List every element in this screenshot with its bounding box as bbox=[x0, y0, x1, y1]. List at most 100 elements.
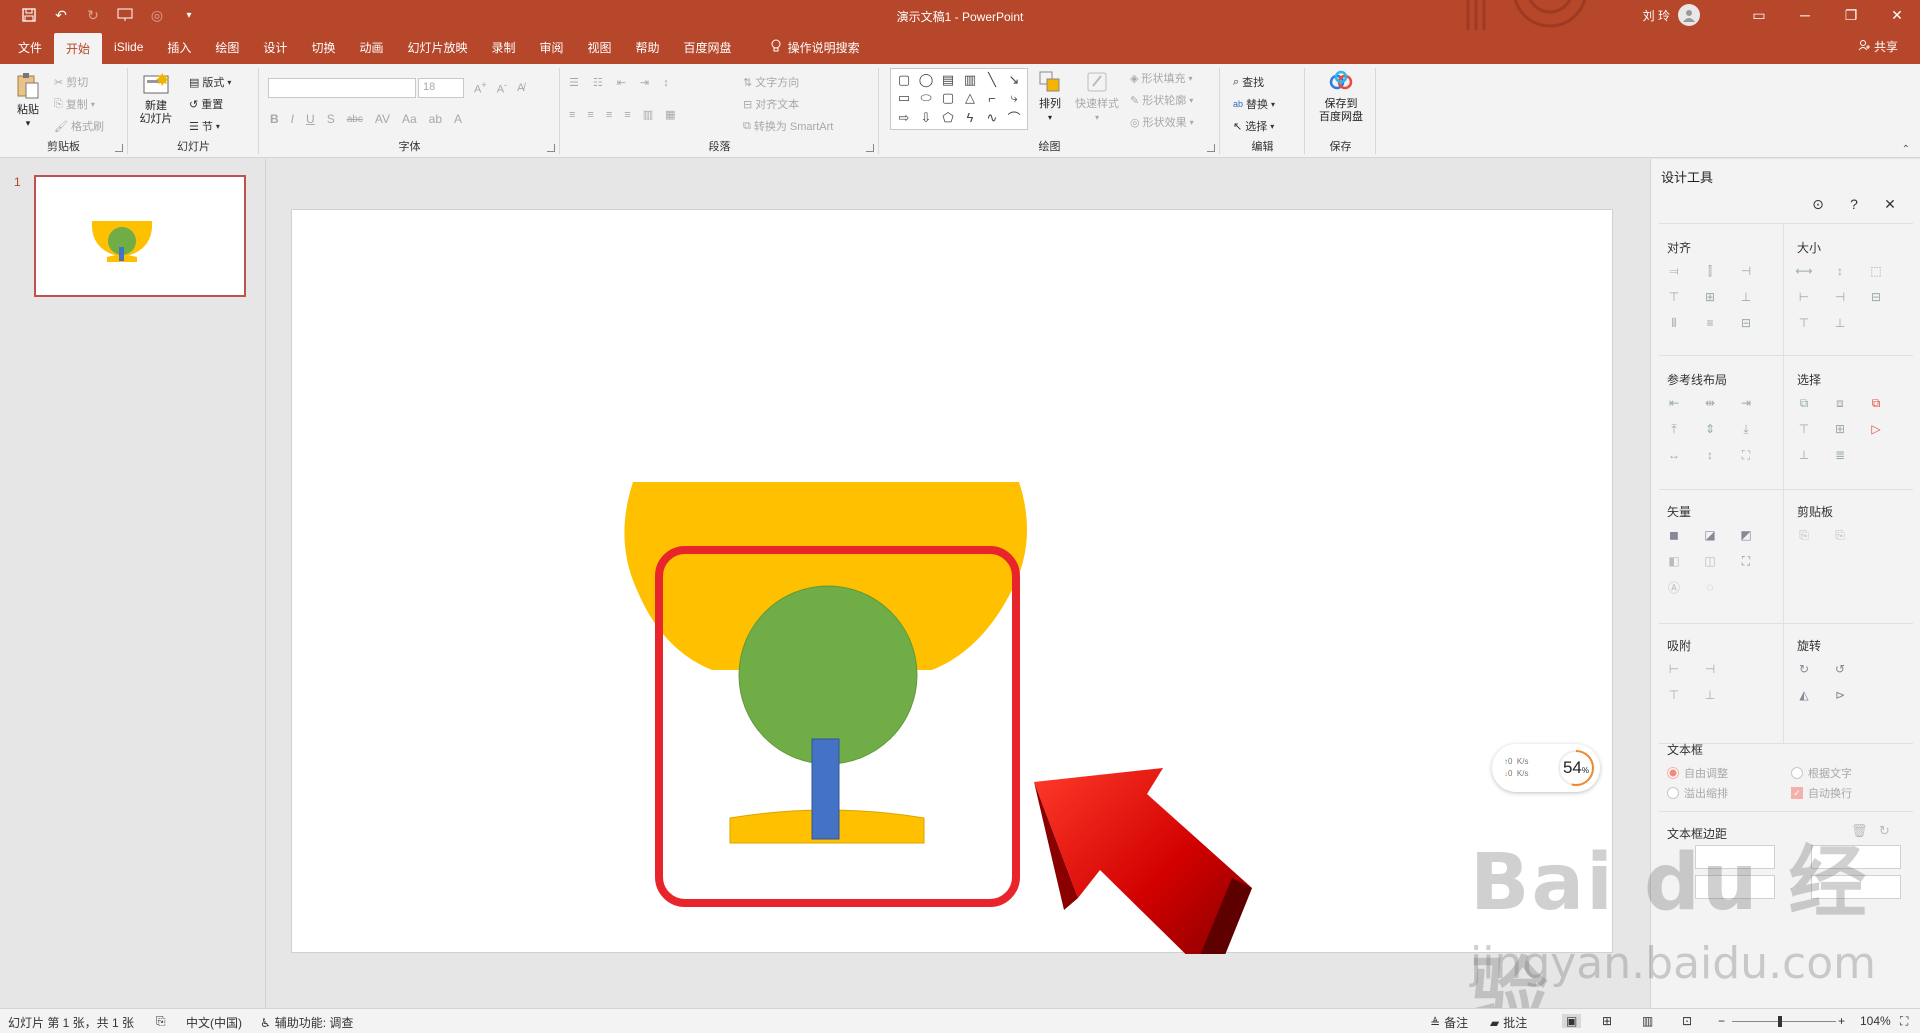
select-pointer-icon[interactable]: ▷ bbox=[1869, 422, 1883, 436]
layout-button[interactable]: ▤ 版式 ▾ bbox=[189, 74, 231, 90]
goblet-circle-shape[interactable] bbox=[738, 585, 918, 765]
close-pane-icon[interactable]: ✕ bbox=[1881, 195, 1899, 213]
drawing-launcher-icon[interactable] bbox=[1207, 144, 1215, 152]
shape-arc-icon[interactable]: ⌒ bbox=[1004, 108, 1024, 127]
align-right-icon[interactable]: ≡ bbox=[606, 109, 612, 121]
snap-left-icon[interactable]: ⊢ bbox=[1667, 662, 1681, 676]
tab-draw[interactable]: 绘图 bbox=[203, 33, 251, 61]
replace-button[interactable]: ab 替换 ▾ bbox=[1233, 96, 1275, 112]
shape-triangle-icon[interactable]: △ bbox=[960, 90, 980, 106]
quick-styles-button[interactable]: 快速样式 ▾ bbox=[1072, 70, 1122, 124]
highlight-icon[interactable]: ab bbox=[429, 112, 442, 126]
distribute-h-tool-icon[interactable]: ⦀ bbox=[1667, 316, 1681, 330]
strikethrough-icon[interactable]: abc bbox=[347, 114, 363, 125]
zoom-out-icon[interactable]: − bbox=[1718, 1014, 1725, 1028]
arrange-button[interactable]: 排列 ▾ bbox=[1036, 70, 1064, 124]
overflow-shrink-radio[interactable] bbox=[1667, 787, 1679, 799]
copy-button[interactable]: ⎘ 复制 ▾ bbox=[54, 96, 95, 112]
tab-help[interactable]: 帮助 bbox=[624, 33, 672, 61]
justify-icon[interactable]: ≡ bbox=[624, 109, 630, 121]
select-size-icon[interactable]: ⧈ bbox=[1833, 396, 1847, 410]
zoom-in-icon[interactable]: + bbox=[1838, 1014, 1845, 1028]
select-stack-icon[interactable]: ≣ bbox=[1833, 448, 1847, 462]
distribute-icon[interactable]: ▥ bbox=[643, 108, 653, 121]
distribute-v-tool-icon[interactable]: ≡ bbox=[1703, 316, 1717, 330]
tab-home[interactable]: 开始 bbox=[54, 33, 103, 64]
auto-adjust-option[interactable]: 自由调整 bbox=[1667, 765, 1728, 781]
settings-icon[interactable]: ⊙ bbox=[1809, 195, 1827, 213]
distribute-grid-tool-icon[interactable]: ⊟ bbox=[1739, 316, 1753, 330]
combine-icon[interactable]: ◪ bbox=[1703, 528, 1717, 542]
shape-elbow-icon[interactable]: ⌐ bbox=[982, 90, 1002, 106]
rotate-left-icon[interactable]: ↺ bbox=[1833, 662, 1847, 676]
font-color-icon[interactable]: A bbox=[454, 112, 462, 126]
reading-view-icon[interactable]: ▥ bbox=[1642, 1014, 1653, 1028]
clear-format-icon[interactable]: A̸ bbox=[517, 82, 524, 94]
italic-icon[interactable]: I bbox=[291, 112, 294, 126]
shape-ellipse-icon[interactable]: ⬭ bbox=[916, 90, 936, 106]
align-top-tool-icon[interactable]: ⊤ bbox=[1667, 290, 1681, 304]
ribbon-display-options-icon[interactable]: ▭ bbox=[1736, 0, 1782, 30]
font-name-combo[interactable] bbox=[268, 78, 416, 98]
shape-right-arrow-icon[interactable]: ⇨ bbox=[894, 108, 914, 127]
shape-oval-icon[interactable]: ◯ bbox=[916, 72, 936, 88]
notes-button[interactable]: ≜ 备注 bbox=[1430, 1014, 1468, 1031]
select-middle-icon[interactable]: ⊞ bbox=[1833, 422, 1847, 436]
shape-arrow-line-icon[interactable]: ↘ bbox=[1004, 72, 1024, 88]
align-left-tool-icon[interactable]: ⫤ bbox=[1667, 264, 1681, 278]
text-direction-button[interactable]: ⇅ 文字方向 bbox=[743, 74, 799, 90]
guide-center-icon[interactable]: ⇹ bbox=[1703, 396, 1717, 410]
present-from-start-icon[interactable] bbox=[114, 4, 136, 26]
stretch-top-icon[interactable]: ⊤ bbox=[1797, 316, 1811, 330]
tab-review[interactable]: 审阅 bbox=[528, 33, 576, 61]
shape-outline-button[interactable]: ✎ 形状轮廓 ▾ bbox=[1130, 92, 1193, 108]
comments-button[interactable]: ▰ 批注 bbox=[1490, 1014, 1527, 1031]
tab-design[interactable]: 设计 bbox=[251, 33, 299, 61]
char-spacing-icon[interactable]: AV bbox=[375, 112, 390, 126]
shape-curve-icon[interactable]: ∿ bbox=[982, 108, 1002, 127]
shapes-gallery[interactable]: ▢ ◯ ▤ ▥ ╲ ↘ ▭ ⬭ ▢ △ ⌐ ⤷ ⇨ ⇩ ⬠ ϟ ∿ ⌒ bbox=[890, 68, 1028, 130]
language-indicator[interactable]: 中文(中国) bbox=[186, 1014, 242, 1031]
tab-file[interactable]: 文件 bbox=[6, 33, 54, 61]
spellcheck-icon[interactable]: ⎘ bbox=[156, 1014, 166, 1029]
shape-connector-icon[interactable]: ⤷ bbox=[1004, 90, 1024, 106]
network-speed-widget[interactable]: ↑0 K/s ↓0 K/s 54% bbox=[1492, 744, 1600, 792]
normal-view-icon[interactable]: ▣ bbox=[1562, 1014, 1582, 1028]
line-spacing-icon[interactable]: ↕ bbox=[663, 77, 669, 89]
snap-right-icon[interactable]: ⊣ bbox=[1703, 662, 1717, 676]
guide-left-icon[interactable]: ⇤ bbox=[1667, 396, 1681, 410]
save-to-baidu-button[interactable]: 保存到 百度网盘 bbox=[1312, 70, 1370, 124]
underline-icon[interactable]: U bbox=[306, 112, 315, 126]
overflow-shrink-option[interactable]: 溢出缩排 bbox=[1667, 785, 1728, 801]
save-icon[interactable] bbox=[18, 4, 40, 26]
slide-sorter-icon[interactable]: ⊞ bbox=[1602, 1014, 1612, 1028]
shape-rect-icon[interactable]: ▭ bbox=[894, 90, 914, 106]
shape-rounded-rect-icon[interactable]: ▢ bbox=[894, 72, 914, 88]
change-case-icon[interactable]: Aa bbox=[402, 112, 417, 126]
decrease-indent-icon[interactable]: ⇤ bbox=[617, 76, 626, 89]
select-bottom-icon[interactable]: ⊥ bbox=[1797, 448, 1811, 462]
guide-height-icon[interactable]: ↕ bbox=[1703, 448, 1717, 462]
paste-button[interactable]: 粘贴 ▾ bbox=[10, 72, 46, 130]
guide-width-icon[interactable]: ↔ bbox=[1667, 448, 1681, 462]
restore-icon[interactable]: ❐ bbox=[1828, 0, 1874, 30]
select-button[interactable]: ↖ 选择 ▾ bbox=[1233, 118, 1274, 134]
edit-points-icon[interactable]: ⛶ bbox=[1739, 554, 1753, 568]
tab-islide[interactable]: iSlide bbox=[102, 33, 155, 61]
guide-right-icon[interactable]: ⇥ bbox=[1739, 396, 1753, 410]
collapse-ribbon-icon[interactable]: ⌃ bbox=[1902, 144, 1910, 155]
tab-slideshow[interactable]: 幻灯片放映 bbox=[395, 33, 479, 61]
tab-animations[interactable]: 动画 bbox=[347, 33, 395, 61]
shape-fill-button[interactable]: ◈ 形状填充 ▾ bbox=[1130, 70, 1192, 86]
shape-outline-tool-icon[interactable]: ◌ bbox=[1703, 580, 1717, 594]
tab-insert[interactable]: 插入 bbox=[155, 33, 203, 61]
find-button[interactable]: ⌕ 查找 bbox=[1233, 74, 1264, 90]
snap-bottom-icon[interactable]: ⊥ bbox=[1703, 688, 1717, 702]
shape-down-arrow-icon[interactable]: ⇩ bbox=[916, 108, 936, 127]
close-icon[interactable]: ✕ bbox=[1874, 0, 1920, 30]
select-top-icon[interactable]: ⊤ bbox=[1797, 422, 1811, 436]
shrink-font-icon[interactable]: A- bbox=[497, 80, 507, 96]
goblet-stem-shape[interactable] bbox=[811, 738, 840, 840]
customize-qat-icon[interactable]: ▾ bbox=[178, 4, 200, 26]
cut-button[interactable]: ✂ 剪切 bbox=[54, 74, 88, 90]
